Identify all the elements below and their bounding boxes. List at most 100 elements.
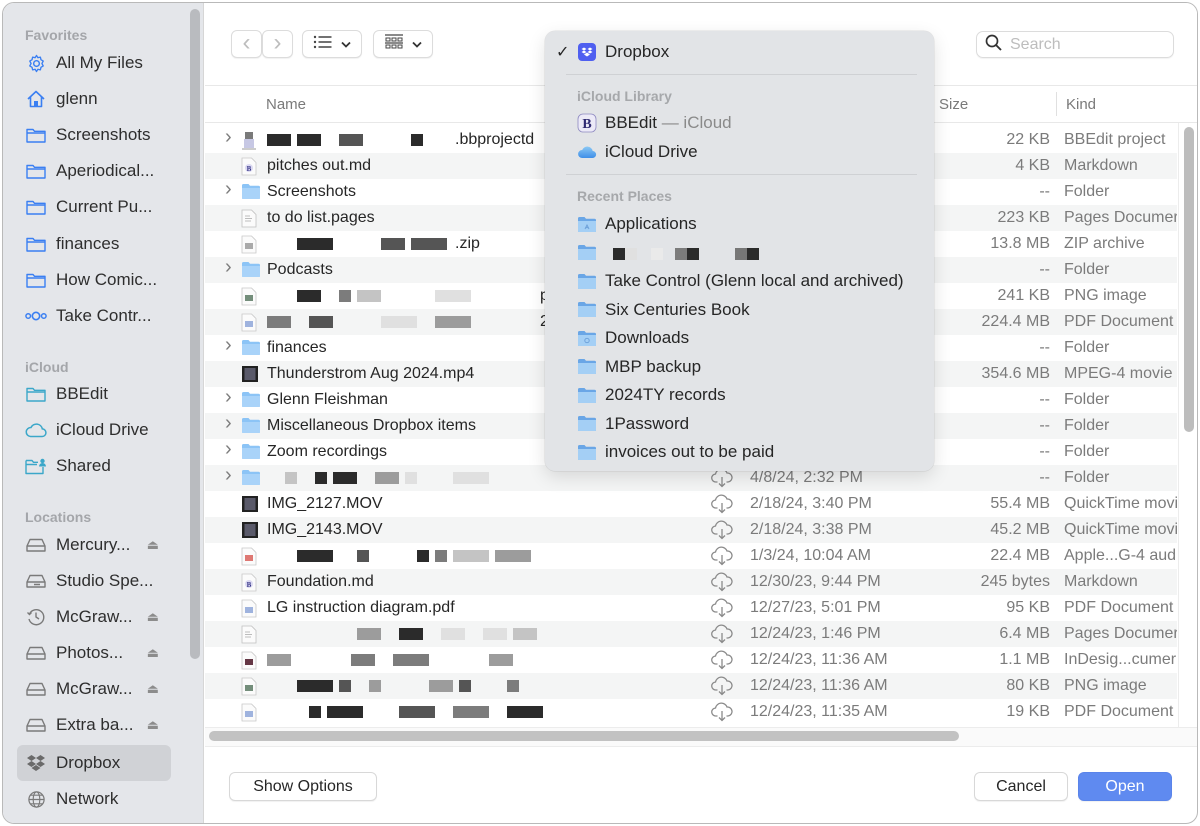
redacted-text bbox=[435, 316, 471, 328]
menu-item-icloud-drive[interactable]: iCloud Drive bbox=[545, 139, 934, 165]
file-size: 4 KB bbox=[1015, 157, 1050, 174]
sidebar-item-label: iCloud Drive bbox=[56, 420, 149, 439]
redacted-text bbox=[435, 290, 471, 302]
search-field[interactable] bbox=[976, 31, 1174, 58]
sidebar-item-screenshots[interactable]: Screenshots bbox=[17, 117, 171, 153]
search-input[interactable] bbox=[1010, 35, 1160, 54]
view-mode-button[interactable] bbox=[302, 30, 362, 58]
folder-icon bbox=[25, 383, 47, 405]
sidebar-item-network[interactable]: Network bbox=[17, 781, 171, 817]
table-row[interactable]: 12/24/23, 1:46 PM 6.4 MB Pages Documer bbox=[205, 621, 1177, 647]
table-row[interactable]: 12/24/23, 11:35 AM 19 KB PDF Document bbox=[205, 699, 1177, 725]
back-button[interactable]: ‹ bbox=[231, 30, 262, 58]
column-header-size[interactable]: Size bbox=[939, 96, 968, 113]
sidebar-item-how-comic[interactable]: How Comic... bbox=[17, 262, 171, 298]
sidebar-item-finances[interactable]: finances bbox=[17, 226, 171, 262]
show-options-button[interactable]: Show Options bbox=[229, 772, 377, 801]
menu-item-bbedit-icloud[interactable]: B BBEdit — iCloud bbox=[545, 110, 934, 136]
redacted-text bbox=[489, 654, 513, 666]
sidebar-scrollbar[interactable] bbox=[190, 9, 200, 659]
sidebar-item-bbedit[interactable]: BBEdit bbox=[17, 376, 171, 412]
disclosure-triangle-icon[interactable]: › bbox=[225, 256, 232, 279]
file-date: 12/24/23, 1:46 PM bbox=[750, 625, 881, 642]
sidebar-item-dropbox[interactable]: Dropbox bbox=[17, 745, 171, 781]
table-row[interactable]: IMG_2143.MOV 2/18/24, 3:38 PM 45.2 MB Quick… bbox=[205, 517, 1177, 543]
disclosure-triangle-icon[interactable]: › bbox=[225, 127, 232, 149]
search-icon bbox=[985, 34, 1002, 56]
sidebar-item-extra-ba[interactable]: Extra ba... ⏏ bbox=[17, 707, 171, 743]
column-divider[interactable] bbox=[1056, 92, 1057, 116]
cloud-download-icon[interactable] bbox=[711, 676, 733, 701]
group-by-button[interactable] bbox=[373, 30, 433, 58]
column-header-name[interactable]: Name bbox=[266, 96, 306, 113]
table-row[interactable]: 12/24/23, 11:36 AM 1.1 MB InDesig...cumer bbox=[205, 647, 1177, 673]
eject-icon[interactable]: ⏏ bbox=[147, 717, 159, 733]
eject-icon[interactable]: ⏏ bbox=[147, 681, 159, 697]
table-row[interactable]: LG instruction diagram.pdf 12/27/23, 5:01… bbox=[205, 595, 1177, 621]
vertical-scrollbar[interactable] bbox=[1184, 127, 1194, 432]
sidebar-item-icloud-drive[interactable]: iCloud Drive bbox=[17, 412, 171, 448]
menu-item-recent-place[interactable]: invoices out to be paid bbox=[545, 439, 934, 465]
cloud-download-icon[interactable] bbox=[711, 520, 733, 545]
cloud-download-icon[interactable] bbox=[711, 702, 733, 725]
sidebar-item-glenn[interactable]: glenn bbox=[17, 81, 171, 117]
menu-item-recent-place[interactable]: Applications bbox=[545, 211, 934, 237]
sidebar-item-mcgraw-1[interactable]: McGraw... ⏏ bbox=[17, 599, 171, 635]
eject-icon[interactable]: ⏏ bbox=[147, 645, 159, 661]
cloud-download-icon[interactable] bbox=[711, 598, 733, 623]
disclosure-triangle-icon[interactable]: › bbox=[225, 334, 232, 357]
table-row[interactable]: 12/24/23, 11:36 AM 80 KB PNG image bbox=[205, 673, 1177, 699]
cloud-download-icon[interactable] bbox=[711, 494, 733, 519]
menu-item-recent-place[interactable]: 2024TY records bbox=[545, 382, 934, 408]
folder-icon bbox=[577, 300, 597, 320]
file-name: Foundation.md bbox=[267, 573, 374, 590]
menu-item-recent-place[interactable] bbox=[545, 240, 934, 266]
table-row[interactable]: 1/3/24, 10:04 AM 22.4 MB Apple...G-4 aud bbox=[205, 543, 1177, 569]
open-button[interactable]: Open bbox=[1078, 772, 1172, 801]
sidebar-item-current-pu[interactable]: Current Pu... bbox=[17, 189, 171, 225]
redacted-text bbox=[453, 472, 489, 484]
sidebar-item-studio-spe[interactable]: Studio Spe... bbox=[17, 563, 171, 599]
sidebar-item-aperiodical[interactable]: Aperiodical... bbox=[17, 153, 171, 189]
file-kind: Folder bbox=[1064, 261, 1110, 278]
menu-item-recent-place[interactable]: MBP backup bbox=[545, 354, 934, 380]
eject-icon[interactable]: ⏏ bbox=[147, 609, 159, 625]
file-name: to do list.pages bbox=[267, 209, 375, 226]
pdf-icon bbox=[241, 703, 259, 722]
redacted-text bbox=[507, 706, 543, 718]
menu-item-dropbox[interactable]: ✓ Dropbox bbox=[545, 39, 934, 65]
cloud-download-icon[interactable] bbox=[711, 468, 733, 493]
cloud-download-icon[interactable] bbox=[711, 572, 733, 597]
menu-item-recent-place[interactable]: Downloads bbox=[545, 325, 934, 351]
menu-item-recent-place[interactable]: 1Password bbox=[545, 411, 934, 437]
table-row[interactable]: IMG_2127.MOV 2/18/24, 3:40 PM 55.4 MB Quick… bbox=[205, 491, 1177, 517]
menu-item-recent-place[interactable]: Take Control (Glenn local and archived) bbox=[545, 268, 934, 294]
forward-button[interactable]: › bbox=[262, 30, 293, 58]
disclosure-triangle-icon[interactable]: › bbox=[225, 412, 232, 435]
table-row[interactable]: B Foundation.md 12/30/23, 9:44 PM 245 bytes… bbox=[205, 569, 1177, 595]
sidebar-item-take-control[interactable]: Take Contr... bbox=[17, 298, 171, 334]
menu-item-recent-place[interactable]: Six Centuries Book bbox=[545, 297, 934, 323]
disclosure-triangle-icon[interactable]: › bbox=[225, 464, 232, 487]
cloud-download-icon[interactable] bbox=[711, 546, 733, 571]
sidebar-item-label: All My Files bbox=[56, 53, 143, 72]
sidebar-item-shared[interactable]: Shared bbox=[17, 448, 171, 484]
sidebar-item-photos[interactable]: Photos... ⏏ bbox=[17, 635, 171, 671]
disclosure-triangle-icon[interactable]: › bbox=[225, 386, 232, 409]
cancel-button[interactable]: Cancel bbox=[974, 772, 1068, 801]
disclosure-triangle-icon[interactable]: › bbox=[225, 178, 232, 201]
sidebar-item-label: Mercury... bbox=[56, 535, 131, 554]
file-size: 95 KB bbox=[1006, 599, 1050, 616]
menu-separator bbox=[566, 174, 917, 175]
folder-icon bbox=[241, 339, 260, 357]
sidebar-item-mcgraw-2[interactable]: McGraw... ⏏ bbox=[17, 671, 171, 707]
sidebar-item-all-my-files[interactable]: All My Files bbox=[17, 45, 171, 81]
disclosure-triangle-icon[interactable]: › bbox=[225, 438, 232, 461]
cloud-download-icon[interactable] bbox=[711, 650, 733, 675]
horizontal-scrollbar[interactable] bbox=[209, 731, 959, 741]
sidebar-item-mercury[interactable]: Mercury... ⏏ bbox=[17, 527, 171, 563]
eject-icon[interactable]: ⏏ bbox=[147, 537, 159, 553]
cloud-download-icon[interactable] bbox=[711, 624, 733, 649]
file-size: -- bbox=[1039, 469, 1050, 486]
column-header-kind[interactable]: Kind bbox=[1066, 96, 1096, 113]
